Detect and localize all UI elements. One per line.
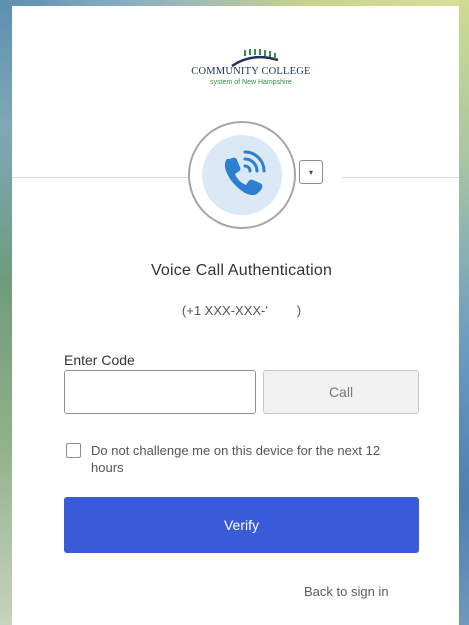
code-input[interactable]	[64, 370, 256, 414]
logo-name-line1: COMMUNITY COLLEGE	[191, 66, 311, 77]
logo-name-line2: system of New Hampshire	[210, 79, 292, 86]
call-button[interactable]: Call	[263, 370, 419, 414]
divider-right	[342, 177, 459, 178]
caret-down-icon: ▾	[308, 167, 313, 177]
phone-call-icon	[224, 150, 266, 196]
remember-device-checkbox[interactable]	[66, 443, 81, 458]
factor-dropdown-button[interactable]: ▾	[299, 160, 323, 184]
divider-left	[12, 177, 188, 178]
college-logo: COMMUNITY COLLEGE system of New Hampshir…	[186, 46, 326, 96]
back-to-sign-in-link[interactable]: Back to sign in	[304, 584, 389, 599]
phone-number: (+1 XXX-XXX-' )	[181, 303, 302, 318]
verify-button[interactable]: Verify	[64, 497, 419, 553]
enter-code-label: Enter Code	[64, 352, 135, 368]
auth-card: COMMUNITY COLLEGE system of New Hampshir…	[12, 6, 459, 625]
factor-icon-ring	[188, 121, 296, 229]
factor-icon-background	[202, 135, 282, 215]
page-title: Voice Call Authentication	[150, 262, 333, 279]
logo-arc-icon	[231, 49, 279, 68]
background-left-edge	[0, 0, 12, 625]
remember-device-label[interactable]: Do not challenge me on this device for t…	[91, 442, 411, 476]
